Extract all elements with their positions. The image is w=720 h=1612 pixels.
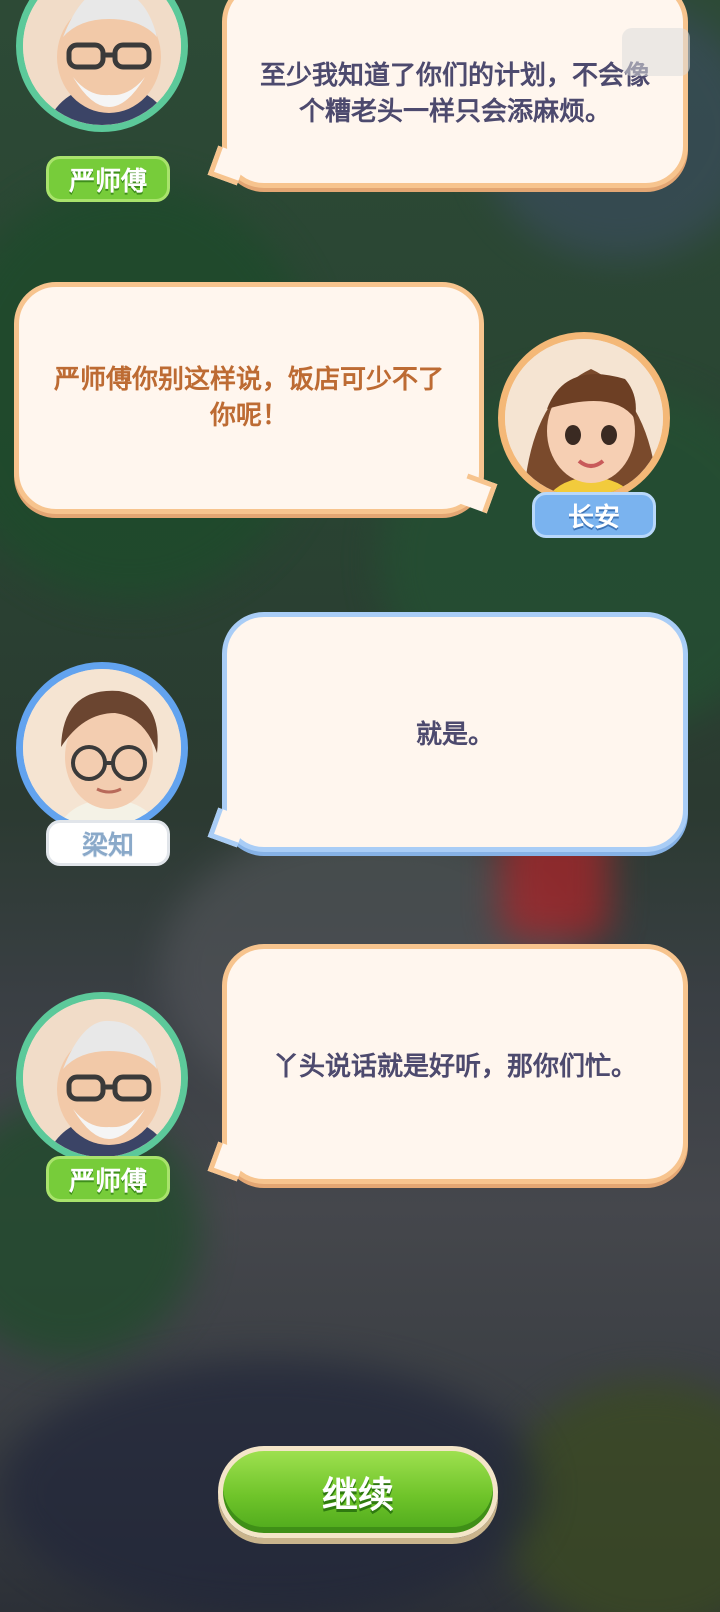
dialogue-text: 丫头说话就是好听，那你们忙。 [272, 1051, 637, 1082]
speaker-nametag: 长安 [532, 492, 656, 538]
speech-bubble: 丫头说话就是好听，那你们忙。 [222, 944, 688, 1184]
speaker-nametag: 严师傅 [46, 156, 170, 202]
avatar-liangzhi [16, 662, 188, 834]
dialogue-text: 至少我知道了你们的计划，不会像个糟老头一样只会添麻烦。 [259, 61, 650, 127]
dialogue-text: 就是。 [415, 719, 494, 750]
dialogue-text: 严师傅你别这样说，饭店可少不了你呢！ [53, 365, 444, 431]
continue-button[interactable]: 继续 [218, 1446, 498, 1538]
avatar-changan [498, 332, 670, 504]
speech-bubble: 就是。 [222, 612, 688, 852]
speaker-nametag: 严师傅 [46, 1156, 170, 1202]
speaker-nametag: 梁知 [46, 820, 170, 866]
speech-bubble: 至少我知道了你们的计划，不会像个糟老头一样只会添麻烦。 [222, 0, 688, 188]
speech-bubble: 严师傅你别这样说，饭店可少不了你呢！ [14, 282, 484, 514]
avatar-yan-shifu [16, 992, 188, 1164]
menu-button[interactable] [622, 28, 690, 76]
continue-button-label: 继续 [321, 1475, 394, 1516]
